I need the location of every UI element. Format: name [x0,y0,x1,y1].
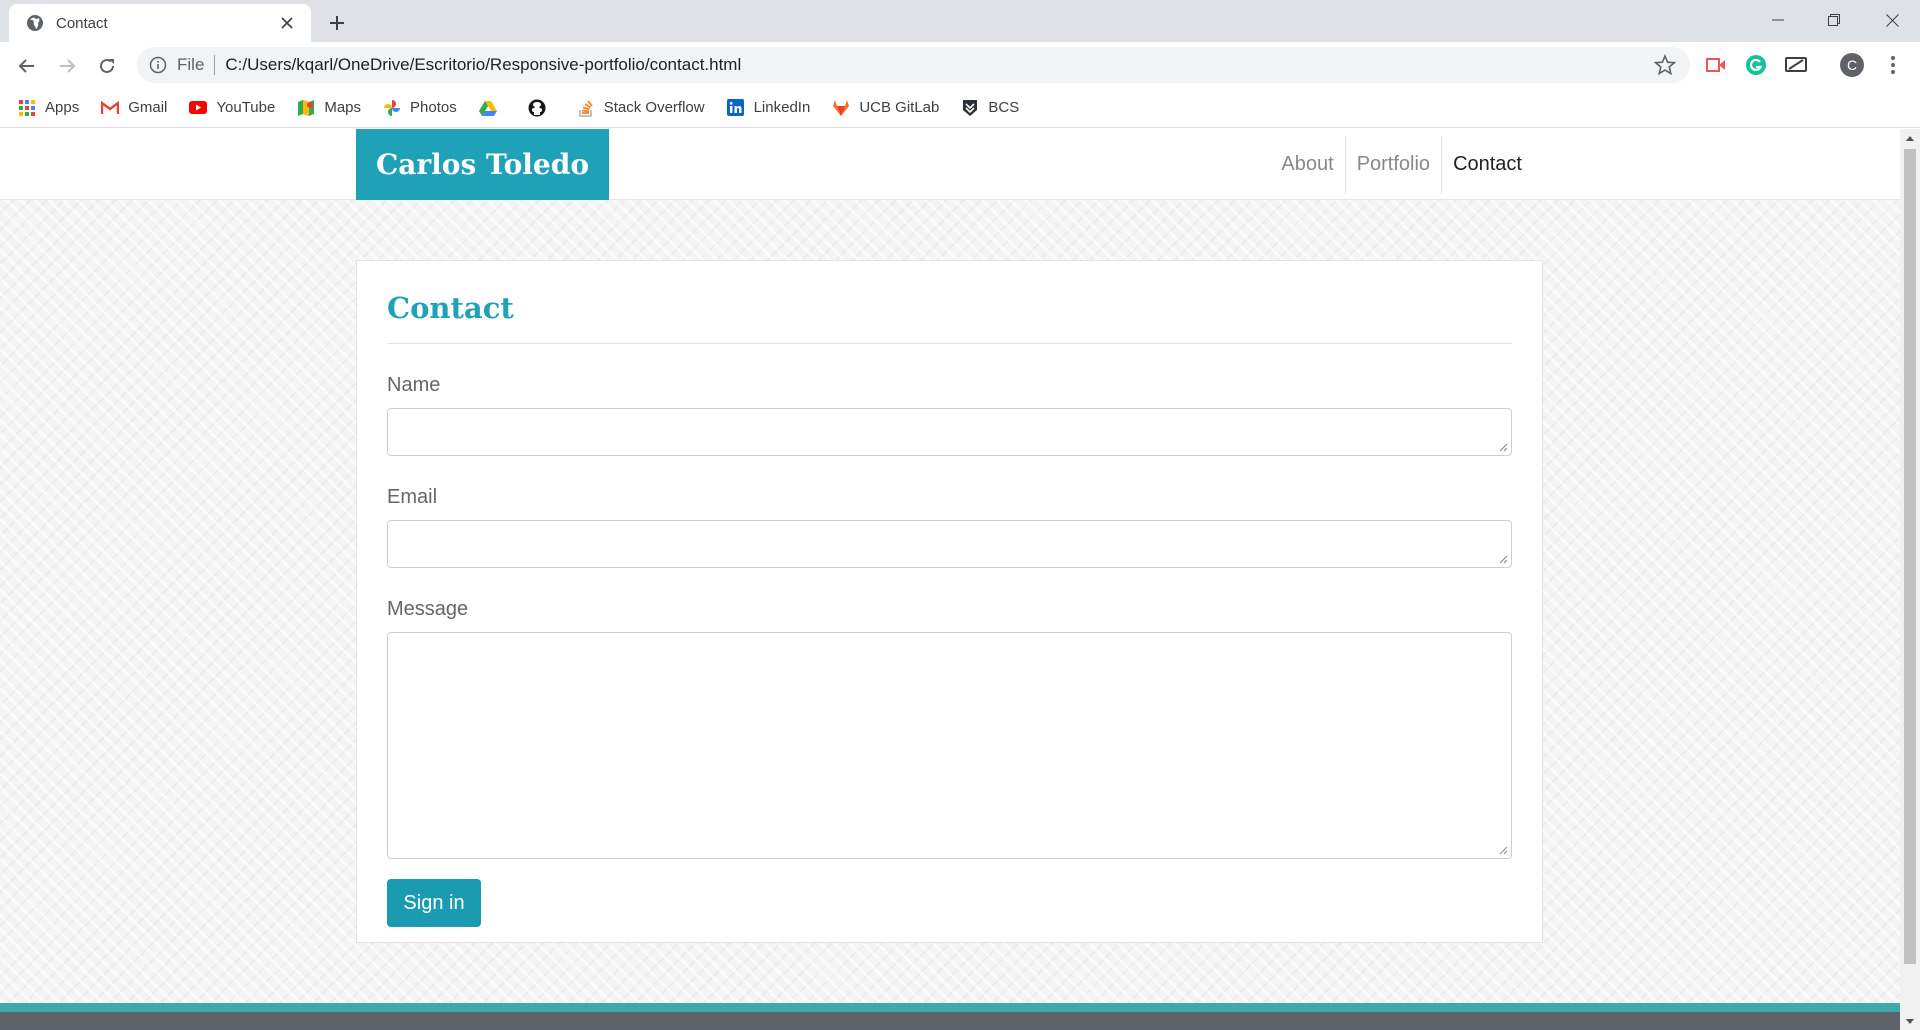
nav-link-contact[interactable]: Contact [1441,135,1533,194]
close-window-icon[interactable] [1864,0,1920,40]
nav-link-portfolio[interactable]: Portfolio [1344,135,1441,194]
bookmark-label: Gmail [128,99,168,116]
tab-strip: Contact [0,0,1920,42]
profile-initial: C [1846,57,1858,73]
bookmark-label: Apps [45,99,80,116]
email-label: Email [387,486,438,508]
scrollbar-thumb[interactable] [1904,149,1916,964]
message-field-group: Message [387,598,1512,859]
cast-extension-icon[interactable] [1783,52,1809,78]
minimize-window-icon[interactable] [1750,0,1806,40]
email-input[interactable] [387,520,1512,568]
sign-in-button[interactable]: Sign in [387,879,481,927]
scroll-down-arrow-icon[interactable] [1900,1012,1920,1030]
info-icon[interactable] [149,56,167,74]
bookmark-ucb-gitlab[interactable]: UCB GitLab [832,99,939,117]
gmail-icon [101,99,120,117]
page-title: Contact [387,291,514,325]
url-text[interactable]: C:/Users/kqarl/OneDrive/Escritorio/Respo… [225,55,1654,75]
profile-avatar[interactable]: C [1839,52,1865,78]
youtube-icon [189,99,208,117]
gitlab-icon [832,99,850,117]
restore-window-icon[interactable] [1806,0,1862,40]
close-tab-icon[interactable] [277,13,297,33]
drive-icon [478,99,497,117]
bookmark-bcs[interactable]: BCS [961,99,1019,117]
forward-arrow-icon[interactable] [51,50,83,82]
bookmark-stack-overflow[interactable]: Stack Overflow [577,99,705,117]
browser-menu-icon[interactable] [1880,52,1906,78]
browser-tab-contact[interactable]: Contact [9,4,311,42]
bookmarks-bar: Apps Gmail YouTube Maps Photos Stack Ove… [0,88,1920,128]
bookmark-linkedin[interactable]: LinkedIn [727,99,811,117]
nav-link-about[interactable]: About [1270,136,1344,194]
bookmark-drive[interactable] [478,99,506,117]
bookmark-label: BCS [988,99,1020,116]
scroll-up-arrow-icon[interactable] [1900,129,1920,147]
bookmark-photos[interactable]: Photos [383,99,457,117]
stackoverflow-icon [577,99,595,117]
page-scrollbar[interactable] [1900,129,1920,1030]
bcs-icon [961,99,979,117]
site-brand[interactable]: Carlos Toledo [356,129,609,200]
name-input[interactable] [387,408,1512,456]
linkedin-icon [727,99,745,117]
url-scheme-label: File [177,55,205,74]
address-bar[interactable]: File C:/Users/kqarl/OneDrive/Escritorio/… [137,47,1690,83]
site-footer [0,1003,1900,1030]
page-viewport: Carlos Toledo About Portfolio Contact Co… [0,129,1900,1030]
contact-card: Contact Name Email Message Sign in [356,260,1543,943]
new-tab-button[interactable] [322,8,352,38]
bookmark-label: Maps [324,99,362,116]
bookmark-label: UCB GitLab [859,99,940,116]
title-divider [387,343,1512,344]
globe-icon [27,15,43,31]
back-arrow-icon[interactable] [11,50,43,82]
bookmark-apps[interactable]: Apps [18,99,79,117]
site-header: Carlos Toledo About Portfolio Contact [0,129,1900,200]
resize-grip-icon[interactable] [1498,845,1508,855]
maps-icon [297,99,315,117]
resize-grip-icon[interactable] [1498,442,1508,452]
message-textarea[interactable] [387,632,1512,859]
browser-toolbar: File C:/Users/kqarl/OneDrive/Escritorio/… [0,42,1920,88]
bookmark-gmail[interactable]: Gmail [101,99,167,117]
github-icon [528,99,546,117]
bookmark-maps[interactable]: Maps [297,99,361,117]
bookmark-label: YouTube [216,99,276,116]
screencast-extension-icon[interactable] [1703,52,1729,78]
name-field-group: Name [387,374,1512,456]
grammarly-extension-icon[interactable] [1743,52,1769,78]
resize-grip-icon[interactable] [1498,554,1508,564]
bookmark-label: Stack Overflow [603,99,705,116]
email-field-group: Email [387,486,1512,568]
bookmark-github[interactable] [528,99,555,117]
reload-icon[interactable] [91,50,123,82]
bookmark-label: LinkedIn [753,99,811,116]
photos-icon [383,99,401,117]
apps-grid-icon [18,99,36,117]
url-separator [214,55,216,75]
site-nav: About Portfolio Contact [1270,129,1533,200]
bookmark-star-icon[interactable] [1654,54,1676,76]
bookmark-label: Photos [410,99,457,116]
bookmark-youtube[interactable]: YouTube [189,99,275,117]
message-label: Message [387,598,469,620]
tab-title: Contact [56,14,108,32]
name-label: Name [387,374,441,396]
